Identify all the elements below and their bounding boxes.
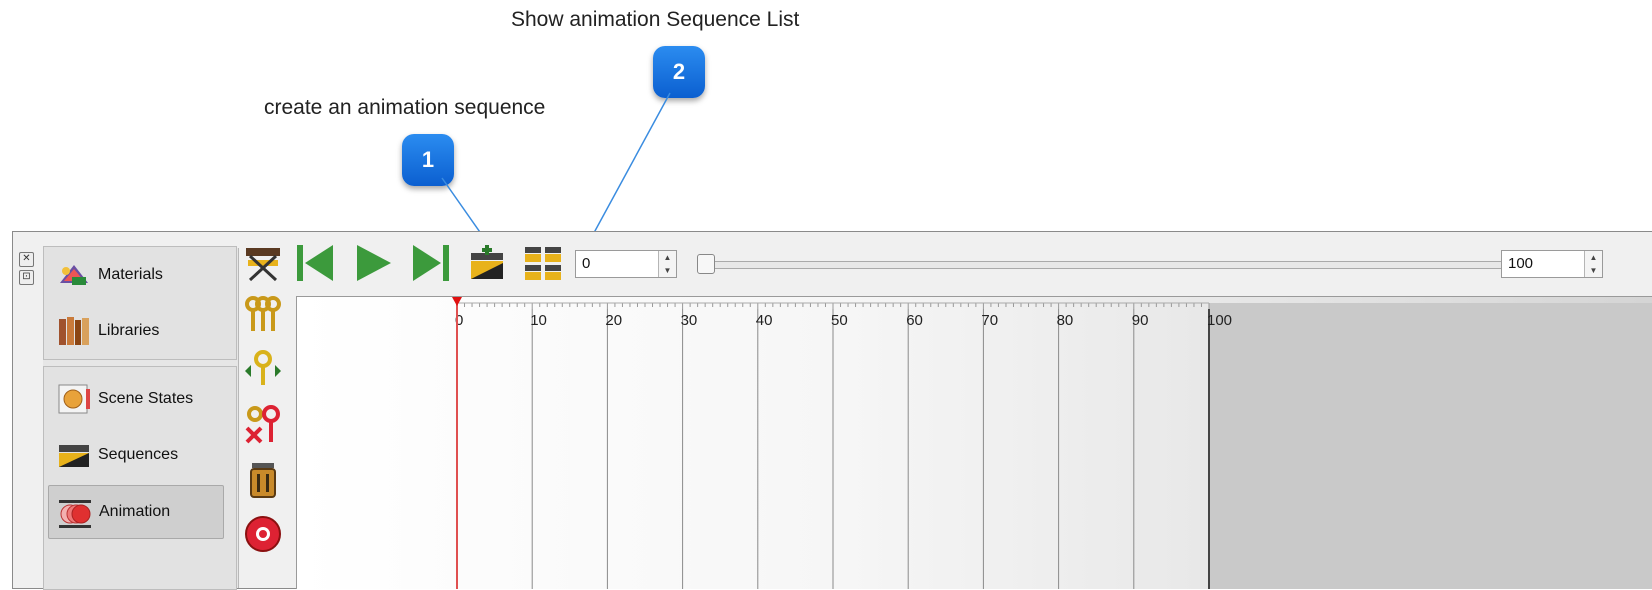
start-frame-input[interactable]: 0 ▲ ▼ — [575, 250, 677, 278]
sidebar-item-sequences[interactable]: Sequences — [48, 429, 222, 481]
animation-toolbar: 0 ▲ ▼ 100 ▲ ▼ — [241, 236, 1652, 292]
skip-to-start-icon[interactable] — [293, 240, 337, 286]
timeline-tick-label: 70 — [981, 312, 998, 329]
timeline-tick-label: 30 — [681, 312, 698, 329]
playhead-marker[interactable] — [452, 297, 462, 306]
sidebar-item-label: Sequences — [98, 446, 179, 463]
sidebar-item-label: Materials — [98, 266, 163, 283]
sidebar-item-label: Scene States — [98, 390, 194, 407]
sidebar-item-libraries[interactable]: Libraries — [48, 305, 222, 357]
materials-icon — [60, 265, 88, 285]
timeline-tick-label: 40 — [756, 312, 773, 329]
key-navigate-icon[interactable] — [241, 347, 285, 391]
play-icon[interactable] — [351, 240, 395, 286]
timeline-tick-label: 90 — [1132, 312, 1149, 329]
skip-to-end-icon[interactable] — [409, 240, 453, 286]
start-frame-value: 0 — [582, 255, 591, 272]
delete-keys-icon[interactable] — [241, 402, 285, 446]
sequence-list-icon[interactable] — [521, 240, 565, 286]
end-frame-input[interactable]: 100 ▲ ▼ — [1501, 250, 1603, 278]
sidebar-item-scene-states[interactable]: Scene States — [48, 373, 222, 425]
dock-buttons: ✕ ⊡ — [19, 252, 35, 288]
keyframe-tools — [241, 292, 291, 567]
sidebar-item-animation[interactable]: Animation — [48, 485, 224, 539]
sidebar: Materials Libraries Scene States Sequenc… — [43, 246, 239, 590]
trash-icon[interactable] — [241, 457, 285, 501]
create-sequence-icon[interactable] — [465, 240, 509, 286]
scene-states-icon — [58, 384, 90, 414]
libraries-icon — [59, 317, 89, 345]
sequences-icon — [59, 445, 89, 467]
sidebar-item-materials[interactable]: Materials — [48, 249, 222, 301]
timeline-tick-label: 80 — [1057, 312, 1074, 329]
timeline-out-of-range — [1209, 303, 1652, 589]
end-frame-value: 100 — [1508, 255, 1534, 272]
timeline-tick-label: 50 — [831, 312, 848, 329]
start-frame-stepper[interactable]: ▲ ▼ — [658, 251, 676, 277]
frame-slider-track[interactable] — [701, 261, 1553, 269]
timeline-tick-label: 10 — [530, 312, 547, 329]
timeline-ruler: 0 10 20 30 40 50 60 70 80 90 100 — [452, 297, 1652, 589]
timeline-tick-label: 100 — [1207, 312, 1232, 329]
frame-slider-thumb[interactable] — [697, 254, 715, 274]
end-frame-stepper[interactable]: ▲ ▼ — [1584, 251, 1602, 277]
timeline-tick-label: 20 — [605, 312, 622, 329]
sidebar-item-label: Animation — [99, 503, 171, 520]
close-dock-icon[interactable]: ✕ — [19, 252, 34, 267]
timeline-tick-label: 60 — [906, 312, 923, 329]
director-chair-icon[interactable] — [241, 240, 285, 286]
sidebar-group-top: Materials Libraries — [43, 246, 237, 360]
animation-icon — [59, 500, 91, 528]
float-dock-icon[interactable]: ⊡ — [19, 270, 34, 285]
sidebar-item-label: Libraries — [98, 322, 160, 339]
animation-panel: ✕ ⊡ Materials Libraries Scene States Seq… — [12, 231, 1652, 590]
sidebar-group-bottom: Scene States Sequences Animation — [43, 366, 237, 590]
keys-icon[interactable] — [241, 292, 285, 336]
timeline-area[interactable]: 0 10 20 30 40 50 60 70 80 90 100 — [296, 296, 1652, 589]
record-icon[interactable] — [241, 512, 285, 556]
